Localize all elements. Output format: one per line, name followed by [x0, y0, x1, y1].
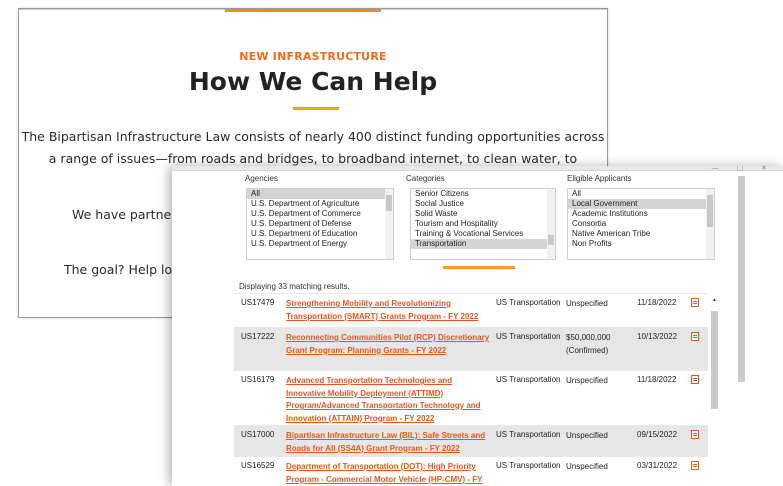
categories-listbox[interactable]: Senior Citizens Social Justice Solid Was…	[410, 188, 556, 260]
scroll-thumb[interactable]	[386, 195, 392, 211]
listbox-option[interactable]: Academic Institutions	[568, 209, 714, 219]
listbox-option[interactable]: Local Government	[568, 199, 714, 209]
pdf-file-icon[interactable]	[691, 332, 699, 341]
slide-accent-bar	[225, 9, 381, 12]
grant-agency: US Transportation	[496, 375, 561, 384]
listbox-option[interactable]: Senior Citizens	[411, 189, 555, 199]
table-row: US17222 Reconnecting Communities Pilot (…	[234, 327, 708, 370]
grant-date: 10/13/2022	[637, 332, 678, 341]
table-row: US17000 Bipartisan Infrastructure Law (B…	[234, 425, 708, 456]
results-count: Displaying 33 matching results.	[239, 282, 350, 291]
listbox-scrollbar[interactable]	[706, 189, 714, 259]
grant-agency: US Transportation	[496, 430, 561, 439]
listbox-scrollbar[interactable]	[547, 189, 555, 259]
listbox-option[interactable]: Training & Vocational Services	[411, 229, 555, 239]
listbox-option[interactable]: Non Profits	[568, 239, 714, 249]
listbox-scrollbar[interactable]	[385, 189, 393, 259]
eligible-applicants-label: Eligible Applicants	[567, 174, 632, 183]
pdf-file-icon[interactable]	[691, 375, 699, 384]
grant-id: US17000	[241, 430, 275, 439]
eligible-applicants-listbox[interactable]: All Local Government Academic Institutio…	[567, 188, 715, 260]
section-divider	[443, 266, 515, 269]
grant-agency: US Transportation	[496, 332, 561, 341]
page-scrollbar[interactable]	[738, 176, 745, 382]
listbox-option[interactable]: Native American Tribe	[568, 229, 714, 239]
grant-id: US17222	[241, 332, 275, 341]
grant-title-link[interactable]: Bipartisan Infrastructure Law (BIL): Saf…	[286, 430, 491, 455]
grant-id: US17479	[241, 298, 275, 307]
results-table: US17479 Strengthening Mobility and Revol…	[234, 293, 708, 486]
listbox-option[interactable]: Consortia	[568, 219, 714, 229]
grant-id: US16179	[241, 375, 275, 384]
scroll-thumb[interactable]	[711, 311, 718, 409]
pdf-file-icon[interactable]	[691, 430, 699, 439]
grant-id: US16529	[241, 461, 275, 470]
slide-title: How We Can Help	[188, 67, 438, 96]
slide-paragraph-line: The goal? Help loca	[64, 262, 187, 277]
listbox-option[interactable]: U.S. Department of Agriculture	[247, 199, 393, 209]
grant-amount: $50,000,000 (Confirmed)	[566, 333, 611, 355]
grant-amount: Unspecified	[566, 299, 608, 308]
listbox-option[interactable]: Solid Waste	[411, 209, 555, 219]
pdf-file-icon[interactable]	[691, 298, 699, 307]
slide-eyebrow: NEW INFRASTRUCTURE	[239, 50, 387, 63]
listbox-option[interactable]: U.S. Department of Education	[247, 229, 393, 239]
categories-label: Categories	[406, 174, 445, 183]
listbox-option[interactable]: Social Justice	[411, 199, 555, 209]
listbox-option[interactable]: U.S. Department of Energy	[247, 239, 393, 249]
agencies-label: Agencies	[245, 174, 278, 183]
grant-title-link[interactable]: Strengthening Mobility and Revolutionizi…	[286, 298, 491, 323]
grant-title-link[interactable]: Department of Transportation (DOT): High…	[286, 461, 491, 486]
results-scrollbar[interactable]: ▲	[710, 293, 719, 483]
grant-date: 11/18/2022	[637, 375, 677, 384]
grant-title-link[interactable]: Advanced Transportation Technologies and…	[286, 375, 491, 425]
table-row: US17479 Strengthening Mobility and Revol…	[234, 293, 708, 327]
listbox-option[interactable]: U.S. Department of Commerce	[247, 209, 393, 219]
grant-amount: Unspecified	[566, 431, 608, 440]
grant-date: 11/18/2022	[637, 298, 677, 307]
grant-amount: Unspecified	[566, 462, 608, 471]
grant-agency: US Transportation	[496, 461, 561, 470]
listbox-option[interactable]: All	[247, 189, 393, 199]
window-controls[interactable]: — ▢ ✕	[712, 166, 775, 172]
slide-paragraph-line: We have partnere	[72, 207, 184, 222]
title-underline	[293, 107, 339, 110]
grant-date: 09/15/2022	[637, 430, 678, 439]
listbox-option[interactable]: Tourism and Hospitality	[411, 219, 555, 229]
agencies-listbox[interactable]: All U.S. Department of Agriculture U.S. …	[246, 188, 394, 260]
window-top-bar	[172, 166, 783, 171]
slide-paragraph-line: a range of issues—from roads and bridges…	[48, 151, 578, 166]
pdf-file-icon[interactable]	[691, 461, 699, 470]
table-row: US16179 Advanced Transportation Technolo…	[234, 370, 708, 425]
listbox-option[interactable]: Transportation	[411, 239, 555, 249]
listbox-option[interactable]: U.S. Department of Defense	[247, 219, 393, 229]
grant-date: 03/31/2022	[637, 461, 678, 470]
grant-agency: US Transportation	[496, 298, 561, 307]
listbox-option[interactable]: All	[568, 189, 714, 199]
scroll-up-arrow-icon[interactable]: ▲	[712, 297, 717, 303]
grant-search-window: — ▢ ✕ Agencies All U.S. Department of Ag…	[172, 166, 783, 486]
slide-paragraph-line: The Bipartisan Infrastructure Law consis…	[21, 129, 605, 144]
scroll-thumb[interactable]	[707, 195, 713, 227]
scroll-thumb[interactable]	[548, 235, 554, 245]
grant-title-link[interactable]: Reconnecting Communities Pilot (RCP) Dis…	[286, 332, 491, 357]
table-row: US16529 Department of Transportation (DO…	[234, 456, 708, 486]
grant-amount: Unspecified	[566, 376, 608, 385]
